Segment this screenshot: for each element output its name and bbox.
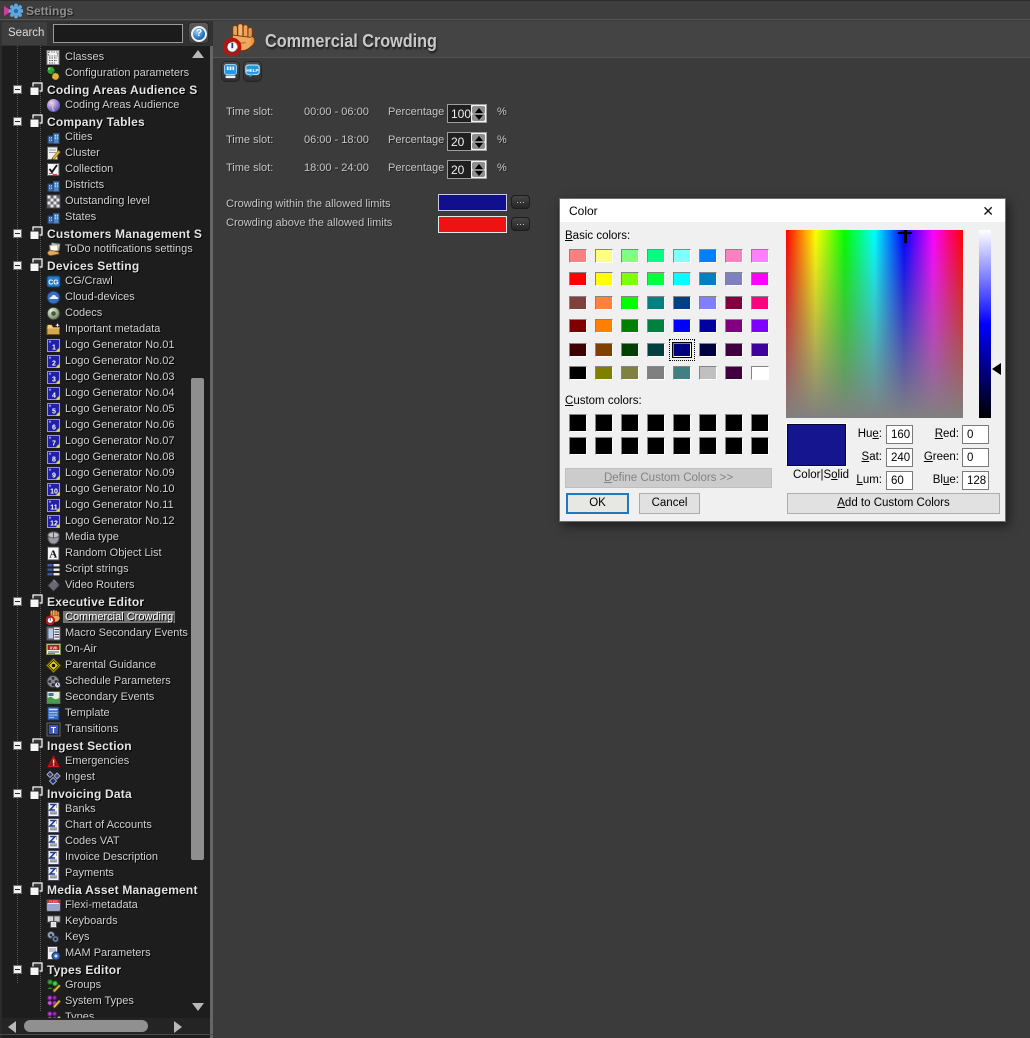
svg-text:T: T [51,725,57,735]
svg-text:CG: CG [48,279,59,286]
svg-text:6: 6 [52,424,56,431]
svg-text:7: 7 [52,440,56,447]
svg-text:HELP: HELP [246,68,258,73]
svg-text:A: A [49,548,57,560]
svg-text:12: 12 [50,520,58,527]
svg-text:XVII: XVII [50,645,58,650]
svg-text:11: 11 [50,504,58,511]
svg-text:9: 9 [52,472,56,479]
svg-text:2: 2 [52,360,56,367]
svg-text:FLEXI: FLEXI [49,899,58,903]
svg-text:1: 1 [52,344,56,351]
svg-text:4: 4 [52,392,56,399]
svg-text:3: 3 [52,376,56,383]
svg-text:8: 8 [52,456,56,463]
svg-text:5: 5 [52,408,56,415]
svg-text:10: 10 [50,488,58,495]
